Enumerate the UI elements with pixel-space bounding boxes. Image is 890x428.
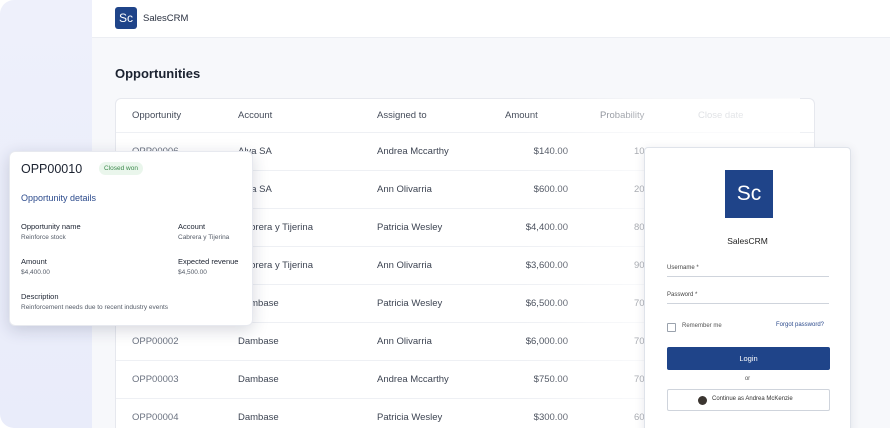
cell-amount: $6,000.00 [525, 336, 568, 347]
login-card: Sc SalesCRM Username * Password * Rememb… [644, 147, 851, 428]
cell-account: Dambase [238, 412, 279, 423]
cell-assigned: Ann Olivarria [377, 336, 432, 347]
app-name: SalesCRM [143, 13, 189, 24]
cell-assigned: Andrea Mccarthy [377, 374, 449, 385]
details-section-title: Opportunity details [21, 193, 97, 203]
password-label: Password * [667, 292, 698, 298]
cell-amount: $4,400.00 [525, 222, 568, 233]
cell-probability: 70 [634, 374, 645, 385]
cell-probability: 90 [634, 260, 645, 271]
amount-label: Amount [21, 257, 47, 266]
page-title: Opportunities [115, 66, 201, 81]
header-assigned-to[interactable]: Assigned to [377, 99, 427, 133]
username-label: Username * [667, 265, 699, 271]
cell-opportunity[interactable]: OPP00002 [132, 323, 178, 361]
amount-value: $4,400.00 [21, 269, 50, 276]
description-value: Reinforcement needs due to recent indust… [21, 304, 169, 311]
cell-probability: 70 [634, 336, 645, 347]
login-button[interactable]: Login [667, 347, 830, 370]
account-value: Cabrera y Tijerina [178, 234, 230, 241]
cell-account: Dambase [238, 374, 279, 385]
cell-amount: $750.00 [533, 374, 568, 385]
header-opportunity[interactable]: Opportunity [132, 99, 181, 133]
cell-assigned: Andrea Mccarthy [377, 146, 449, 157]
cell-amount: $600.00 [533, 184, 568, 195]
login-app-name: SalesCRM [727, 236, 768, 246]
header-probability[interactable]: Probability [600, 99, 644, 133]
cell-account: Dambase [238, 336, 279, 347]
cell-assigned: Ann Olivarria [377, 184, 432, 195]
opportunity-id: OPP00010 [21, 162, 83, 176]
opportunity-name-value: Reinforce stock [21, 234, 66, 241]
cell-probability: 80 [634, 222, 645, 233]
cell-assigned: Patricia Wesley [377, 298, 443, 309]
or-divider: or [744, 376, 751, 382]
opportunity-name-label: Opportunity name [21, 222, 81, 231]
top-bar: Sc SalesCRM [92, 0, 890, 38]
cell-amount: $300.00 [533, 412, 568, 423]
password-field[interactable] [667, 303, 829, 304]
app-logo[interactable]: Sc [115, 7, 137, 29]
expected-revenue-label: Expected revenue [178, 257, 239, 266]
cell-opportunity[interactable]: OPP00004 [132, 399, 178, 428]
remember-me-label: Remember me [682, 323, 722, 329]
cell-amount: $3,600.00 [525, 260, 568, 271]
status-badge: Closed won [99, 162, 143, 175]
cell-assigned: Patricia Wesley [377, 412, 443, 423]
cell-probability: 20 [634, 184, 645, 195]
avatar [698, 396, 707, 405]
description-label: Description [21, 292, 59, 301]
forgot-password-link[interactable]: Forgot password? [776, 322, 824, 328]
cell-assigned: Patricia Wesley [377, 222, 443, 233]
cell-probability: 60 [634, 412, 645, 423]
username-field[interactable] [667, 276, 829, 277]
header-close-date[interactable]: Close date [698, 99, 743, 133]
cell-amount: $140.00 [533, 146, 568, 157]
header-amount[interactable]: Amount [505, 99, 538, 133]
header-account[interactable]: Account [238, 99, 272, 133]
continue-as-user-label: Continue as Andrea McKenzie [712, 396, 793, 402]
cell-opportunity[interactable]: OPP00003 [132, 361, 178, 399]
expected-revenue-value: $4,500.00 [178, 269, 207, 276]
account-label: Account [178, 222, 206, 231]
cell-assigned: Ann Olivarria [377, 260, 432, 271]
cell-probability: 70 [634, 298, 645, 309]
continue-as-user-button[interactable]: Continue as Andrea McKenzie [667, 389, 830, 411]
login-logo: Sc [725, 170, 773, 218]
cell-amount: $6,500.00 [525, 298, 568, 309]
remember-me-checkbox[interactable] [667, 323, 676, 332]
cell-probability: 10 [634, 146, 645, 157]
opportunity-details-card: OPP00010 Closed won Opportunity details … [9, 151, 253, 326]
